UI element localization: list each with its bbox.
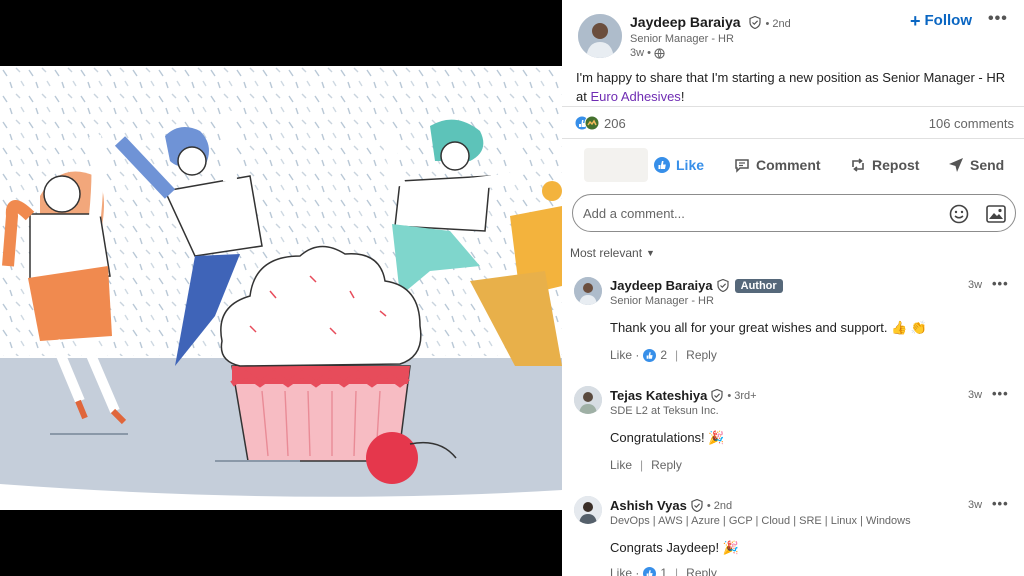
follow-label: Follow [924,12,973,29]
thumbs-up-icon [643,566,657,576]
post-text: I'm happy to share that I'm starting a n… [576,68,1016,106]
comment-reply-button[interactable]: Reply [686,348,717,362]
post-text-end: ! [680,89,685,104]
comment-separator: | [675,566,679,576]
comment-reply-button[interactable]: Reply [651,458,682,472]
comment-time: 3w [968,499,983,511]
reactions-summary[interactable]: 206 [574,115,626,131]
comment-author-title: DevOps | AWS | Azure | GCP | Cloud | SRE… [610,515,911,527]
comment-text: Thank you all for your great wishes and … [610,320,928,335]
repost-label: Repost [872,157,920,173]
commenter-avatar[interactable] [574,496,602,524]
comment-placeholder: Add a comment... [583,206,685,221]
comment-actions: Like | Reply [610,458,682,472]
reaction-icons [574,115,600,131]
comment-like-count: 2 [660,348,668,362]
author-degree: • 2nd [765,18,791,30]
author-name[interactable]: Jaydeep Baraiya [630,14,741,30]
comment-label: Comment [756,157,821,173]
commenter-avatar[interactable] [574,386,602,414]
celebration-illustration [0,66,562,510]
comment-author-name[interactable]: Tejas Kateshiya [610,388,707,403]
comment-separator: | [640,458,644,472]
caret-down-icon: ▼ [646,248,655,258]
author-badge: Author [734,278,783,293]
comment-more-icon[interactable]: ••• [992,386,1009,401]
verified-shield-icon [691,499,703,512]
comment-more-icon[interactable]: ••• [992,496,1009,511]
comment-author-title: Senior Manager - HR [610,295,714,307]
verified-shield-icon [711,389,723,402]
emoji-icon[interactable] [949,204,969,224]
comment-icon [735,159,749,173]
comment-time: 3w [968,389,983,401]
like-label: Like [676,157,705,173]
post-time-row: 3w • [630,47,665,59]
comment-more-icon[interactable]: ••• [992,276,1009,291]
comment-author-degree: • 2nd [706,499,733,512]
like-button[interactable]: Like [654,157,704,173]
comment-text: Congratulations! 🎉 [610,430,725,445]
comment-author-row: Jaydeep Baraiya Author [610,278,783,293]
post-time: 3w • [630,47,651,59]
image-icon[interactable] [986,205,1006,223]
author-avatar[interactable] [578,14,622,58]
comment-author-name[interactable]: Ashish Vyas [610,498,687,513]
comment-author-degree: • 3rd+ [727,389,757,402]
comment-actions: Like · 2 | Reply [610,348,717,362]
reaction-hover-area [584,148,648,182]
more-options-icon[interactable]: ••• [988,10,1008,28]
author-name-row: Jaydeep Baraiya • 2nd [630,14,791,32]
comment-author-name[interactable]: Jaydeep Baraiya [610,278,713,293]
reactions-count: 206 [604,115,626,131]
comment-like-button[interactable]: Like · [610,348,639,362]
comment-author-row: Tejas Kateshiya • 3rd+ [610,388,757,403]
author-title: Senior Manager - HR [630,33,734,45]
comment-author-title: SDE L2 at Teksun Inc. [610,405,719,417]
repost-button[interactable]: Repost [850,157,919,173]
comment-input-box[interactable]: Add a comment... [572,194,1016,232]
verified-shield-icon [717,279,729,292]
post-panel: Jaydeep Baraiya • 2nd Senior Manager - H… [562,0,1024,576]
comment-like-count: 1 [660,566,668,576]
commenter-avatar[interactable] [574,277,602,305]
comment-reply-button[interactable]: Reply [686,566,717,576]
plus-icon: + [910,10,921,31]
comment-like-button[interactable]: Like · [610,566,639,576]
comment-like-button[interactable]: Like [610,458,632,472]
comment-time: 3w [968,279,983,291]
send-label: Send [970,157,1005,173]
verified-shield-icon [749,16,761,29]
sort-dropdown[interactable]: Most relevant ▼ [570,246,655,260]
repost-icon [852,158,864,172]
thumbs-up-icon [643,348,657,362]
send-button[interactable]: Send [948,157,1004,173]
send-icon [949,158,963,172]
post-image-area [0,0,562,576]
comment-separator: | [675,348,679,362]
thumbs-up-icon [654,157,670,173]
globe-icon [654,47,665,59]
comment-button[interactable]: Comment [734,157,821,173]
sort-label: Most relevant [570,246,643,260]
comment-actions: Like · 1 | Reply [610,566,717,576]
comments-count[interactable]: 106 comments [929,116,1014,131]
comment-text: Congrats Jaydeep! 🎉 [610,540,739,555]
company-link[interactable]: Euro Adhesives [590,89,680,104]
follow-button[interactable]: + Follow [910,10,973,31]
comment-author-row: Ashish Vyas • 2nd [610,498,732,513]
